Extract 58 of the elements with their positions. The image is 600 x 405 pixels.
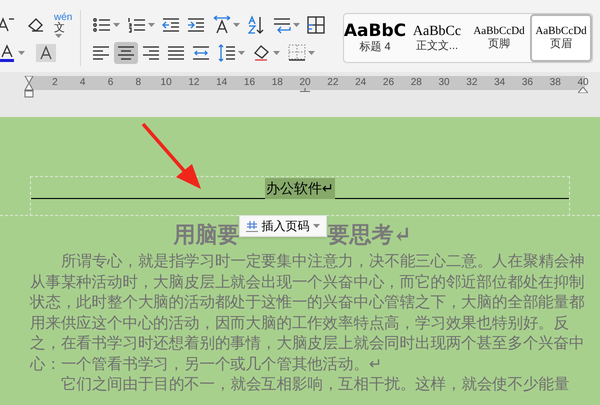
ruler-number: 22 [326,76,340,90]
phonetic-guide-button[interactable]: wén 文 [54,12,88,38]
dropdown-caret-icon[interactable] [308,51,315,55]
page-number-icon [246,220,258,232]
header-text[interactable]: 办公软件↵ [265,178,335,198]
tab-marker[interactable] [300,88,310,92]
font-color-icon [0,43,17,63]
font-color-button[interactable] [0,42,28,64]
ruler-number: 32 [465,76,478,90]
ruler-number: 16 [242,76,256,90]
dropdown-caret-icon[interactable] [148,23,155,27]
borders-icon [287,43,307,63]
ruler-number: 26 [382,76,396,90]
ruler-number: 38 [548,76,562,90]
ruler-number: 10 [160,76,173,90]
numbered-list-icon [127,15,147,35]
body-paragraph: 它们之间由于目的不一，就会互相影响，互相干扰。这样，就会使不少能量 [60,375,570,395]
dropdown-caret-icon[interactable] [238,51,245,55]
style-item[interactable]: AaBbCcDd 页眉 [530,14,592,62]
character-shading-button[interactable] [34,42,58,64]
dropdown-caret-icon[interactable] [55,34,62,38]
ruler-number: 4 [78,76,86,90]
ruler-number: 12 [187,76,200,90]
line-spacing-icon [217,43,237,63]
ruler-number: 18 [270,76,284,90]
dropdown-caret-icon[interactable] [233,23,240,27]
ruler-number: 34 [493,76,506,90]
style-item[interactable]: AaBbCcDd 页脚 [468,14,530,62]
ruler-number: 28 [410,76,423,90]
ruler-number: 40 [576,76,590,90]
sort-icon [246,15,266,35]
dropdown-caret-icon[interactable] [18,51,25,55]
ruler-number: 24 [354,76,368,90]
insert-page-number-button[interactable]: 插入页码 [239,215,328,237]
bullet-list-icon [92,15,112,35]
style-item[interactable]: AaBbC 标题 4 [344,14,406,62]
align-center-button[interactable] [114,42,138,64]
document-title: 用脑要 [173,220,240,250]
arrow-annotation [140,121,204,191]
dropdown-caret-icon[interactable] [113,23,120,27]
style-item[interactable]: AaBbCc 正文文... [406,14,468,62]
ruler-number: 8 [134,76,142,90]
document-title: 要思考↵ [327,220,412,250]
right-indent-marker[interactable] [578,87,588,93]
ruler-number: 36 [520,76,534,90]
ruler-number: 20 [298,76,312,90]
ruler-number: 14 [215,76,228,90]
table-icon [306,15,326,35]
ruler-number: 6 [106,76,114,90]
dropdown-caret-icon[interactable] [313,224,320,228]
indent-marker[interactable] [24,76,34,98]
ruler-number: 2 [51,76,59,90]
dropdown-caret-icon[interactable] [293,23,300,27]
body-paragraph: 所谓专心，就是指学习时一定要集中注意力，决不能三心二意。人在聚精会神从事某种活动时，大脑皮层上就会出现一个兴奋中心，而它的邻近部位都处在抑制状态，此时整个大脑的活动都处于这惟一的兴奋中心管辖之下，大脑的全部能量都用来供应这个中心的活动，因而大脑的工作效率特点高，学习效果也特别好。反之，在看书学习时还想着别的事情，大脑皮层上就会同时出现两个甚至多个兴奋中心：一个管看书学习，另一个或几个管其他活动。↵ [30,252,586,374]
character-scale-icon [212,15,232,35]
ruler-number: 30 [437,76,451,90]
character-shading-icon [36,43,56,63]
dropdown-caret-icon[interactable] [273,51,280,55]
